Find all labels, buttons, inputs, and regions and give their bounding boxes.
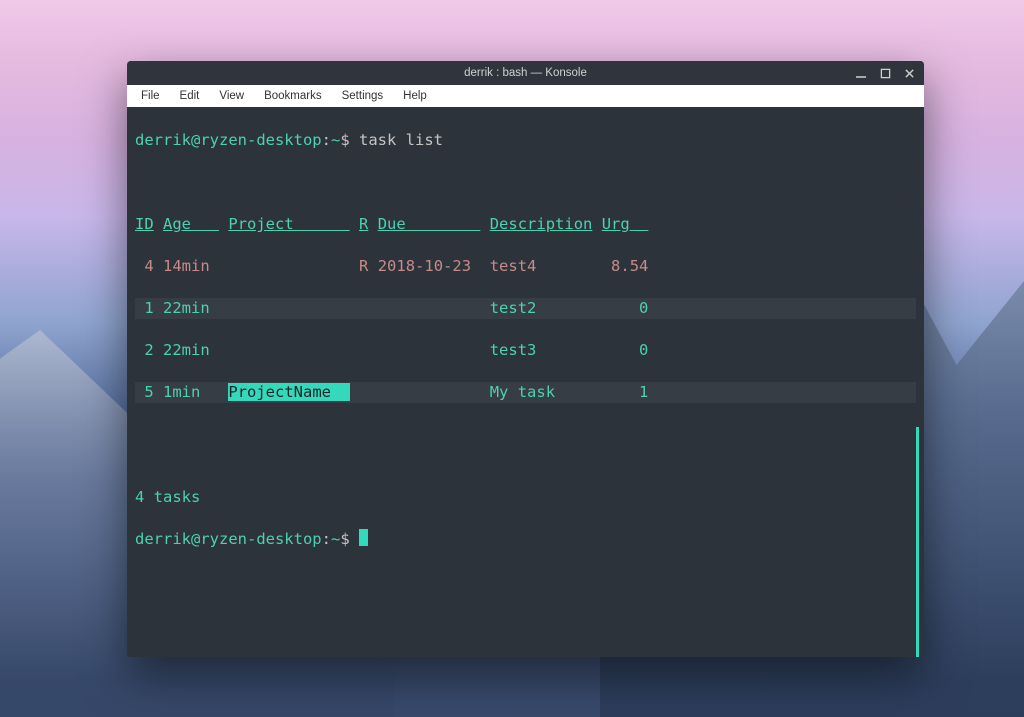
cell-project: ProjectName [228,383,349,401]
cell-description: test3 [490,341,593,359]
cell-due: 2018-10-23 [378,257,481,275]
prompt-symbol: $ [340,530,349,548]
cell-urg: 0 [602,341,649,359]
cell-description: test4 [490,257,593,275]
col-header-description: Description [490,215,593,233]
cursor-icon [359,529,368,546]
cell-project [228,299,349,317]
cell-age: 1min [163,383,219,401]
prompt-dir: ~ [331,131,340,149]
cell-id: 5 [135,383,154,401]
col-header-r: R [359,215,368,233]
cell-id: 4 [135,257,154,275]
maximize-button[interactable] [878,66,892,80]
cell-project [228,341,349,359]
prompt-user-host: derrik@ryzen-desktop [135,131,322,149]
cell-id: 1 [135,299,154,317]
cell-project [228,257,349,275]
minimize-button[interactable] [854,66,868,80]
cell-urg: 1 [602,383,649,401]
cell-age: 14min [163,257,219,275]
table-row: 2 22min test3 0 [135,340,916,361]
close-button[interactable] [902,66,916,80]
cell-age: 22min [163,299,219,317]
col-header-id: ID [135,215,154,233]
prompt-separator: : [322,530,331,548]
cell-description: test2 [490,299,593,317]
table-row: 1 22min test2 0 [135,298,916,319]
blank-line [135,445,916,466]
blank-line [135,172,916,193]
cell-urg: 0 [602,299,649,317]
menu-item-edit[interactable]: Edit [172,88,208,104]
cell-r [359,383,368,401]
window-controls [854,61,916,85]
scrollbar-indicator[interactable] [916,427,919,657]
cell-age: 22min [163,341,219,359]
table-row: 4 14min R 2018-10-23 test4 8.54 [135,256,916,277]
prompt-dir: ~ [331,530,340,548]
cell-due [378,383,481,401]
col-header-due: Due [378,215,481,233]
menu-item-help[interactable]: Help [395,88,435,104]
task-summary: 4 tasks [135,487,916,508]
prompt-user-host: derrik@ryzen-desktop [135,530,322,548]
table-row: 5 1min ProjectName My task 1 [135,382,916,403]
desktop-wallpaper: derrik : bash — Konsole FileEditViewBook… [0,0,1024,717]
window-title: derrik : bash — Konsole [464,67,587,79]
cell-due [378,299,481,317]
table-header-row: ID Age Project R Due Description Urg [135,214,916,235]
cell-urg: 8.54 [602,257,649,275]
typed-command: task list [359,131,443,149]
terminal-body[interactable]: derrik@ryzen-desktop:~$ task list ID Age… [127,107,924,657]
cell-description: My task [490,383,593,401]
prompt-separator: : [322,131,331,149]
col-header-age: Age [163,215,219,233]
col-header-urg: Urg [602,215,649,233]
cell-due [378,341,481,359]
menubar: FileEditViewBookmarksSettingsHelp [127,85,924,107]
menu-item-bookmarks[interactable]: Bookmarks [256,88,330,104]
prompt-line: derrik@ryzen-desktop:~$ task list [135,130,916,151]
menu-item-settings[interactable]: Settings [334,88,392,104]
titlebar[interactable]: derrik : bash — Konsole [127,61,924,85]
cell-r: R [359,257,368,275]
menu-item-file[interactable]: File [133,88,168,104]
cell-id: 2 [135,341,154,359]
terminal-window: derrik : bash — Konsole FileEditViewBook… [127,61,924,657]
cell-r [359,299,368,317]
cell-r [359,341,368,359]
col-header-project: Project [228,215,349,233]
prompt-line: derrik@ryzen-desktop:~$ [135,529,916,550]
prompt-symbol: $ [340,131,349,149]
menu-item-view[interactable]: View [211,88,252,104]
